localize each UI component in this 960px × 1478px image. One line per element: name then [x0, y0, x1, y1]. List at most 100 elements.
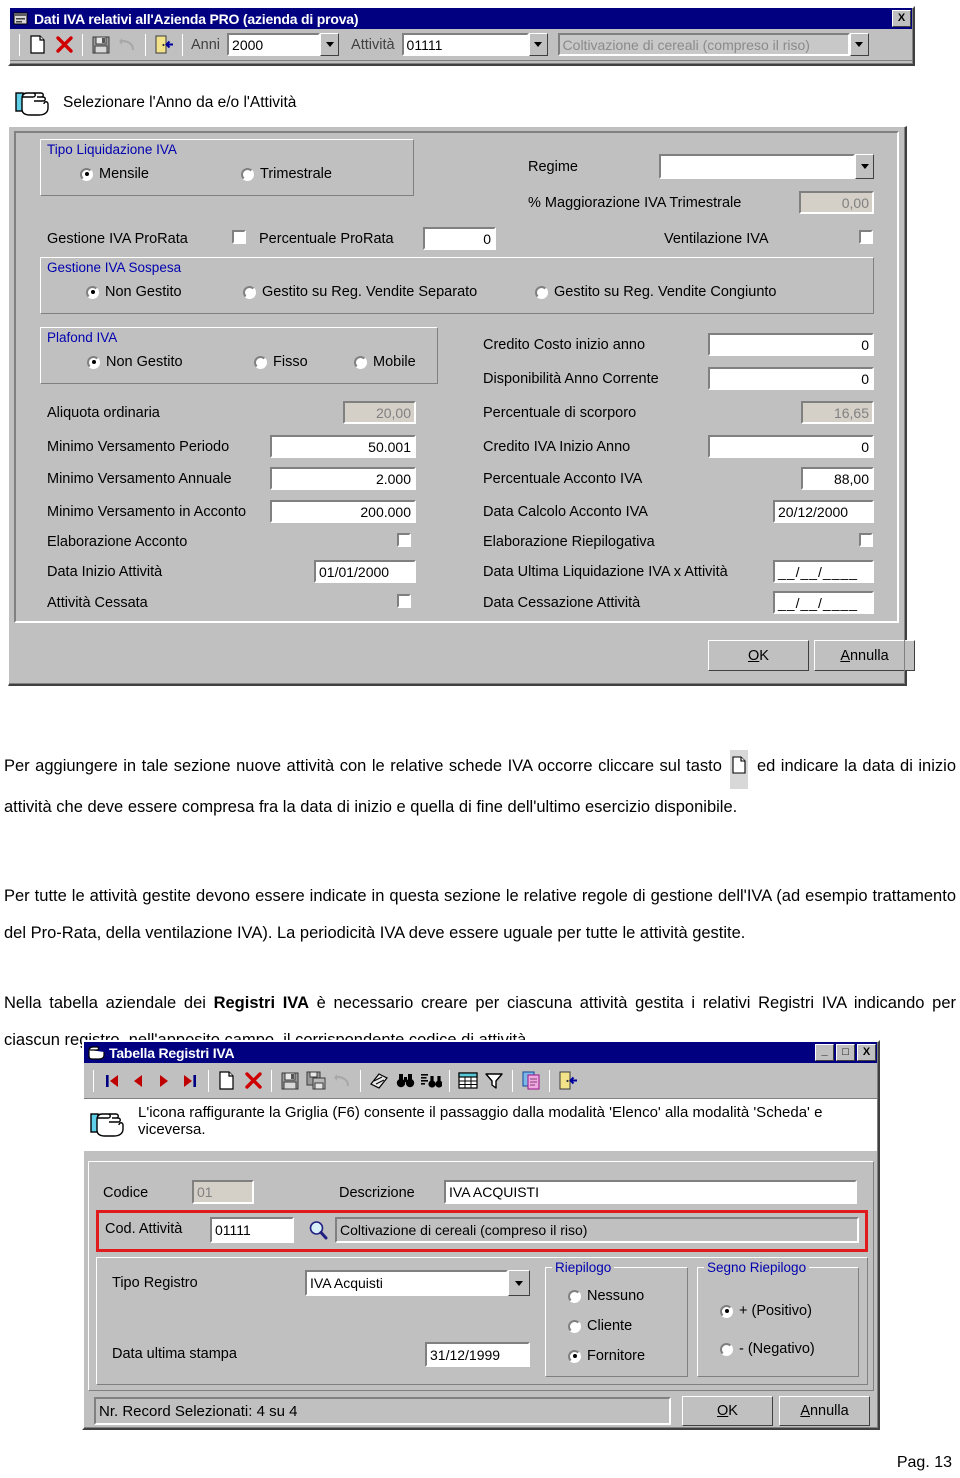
attivita-combo[interactable]: 01111 [401, 33, 548, 56]
toolbar-separator-1 [208, 1069, 209, 1092]
anni-combo[interactable]: 2000 [227, 33, 340, 56]
delete-red-x-icon[interactable] [51, 32, 77, 58]
sort-icon[interactable] [366, 1068, 392, 1094]
last-record-icon[interactable] [177, 1068, 203, 1094]
save-disk-icon[interactable] [277, 1068, 303, 1094]
save-all-disk-icon[interactable] [303, 1068, 329, 1094]
regime-combo[interactable] [659, 154, 874, 179]
radio-dot-icon[interactable] [354, 355, 367, 369]
chevron-down-icon[interactable] [849, 33, 869, 56]
radio-trimestrale[interactable]: Trimestrale [241, 166, 332, 182]
tipo-registro-combo[interactable]: IVA Acquisti [305, 1270, 530, 1296]
radio-negativo[interactable]: - (Negativo) [720, 1341, 815, 1357]
regime-value[interactable] [659, 154, 855, 179]
radio-reg-vendite-separato[interactable]: Gestito su Reg. Vendite Separato [243, 284, 477, 300]
radio-cliente[interactable]: Cliente [568, 1318, 632, 1334]
radio-dot-icon[interactable] [80, 167, 93, 181]
radio-non-gestito-sospesa[interactable]: Non Gestito [86, 284, 182, 300]
tipo-registro-value[interactable]: IVA Acquisti [305, 1270, 508, 1296]
previous-record-icon[interactable] [125, 1068, 151, 1094]
chevron-down-icon[interactable] [855, 154, 874, 179]
dati-iva-dialog: Dati IVA relativi all'Azienda PRO (azien… [8, 6, 915, 66]
radio-dot-icon[interactable] [568, 1319, 581, 1333]
new-document-icon[interactable] [25, 32, 51, 58]
radio-dot-icon[interactable] [568, 1349, 581, 1363]
radio-dot-icon[interactable] [720, 1304, 733, 1318]
filter-funnel-icon[interactable] [481, 1068, 507, 1094]
maggiorazione-label: % Maggiorazione IVA Trimestrale [528, 195, 742, 211]
delete-red-x-icon[interactable] [240, 1068, 266, 1094]
ventilazione-checkbox[interactable] [859, 230, 873, 244]
credito-costo-input[interactable]: 0 [708, 333, 874, 356]
minimo-versamento-periodo-input[interactable]: 50.001 [270, 435, 416, 458]
chevron-down-icon[interactable] [528, 33, 548, 56]
new-document-icon[interactable] [214, 1068, 240, 1094]
exit-door-icon[interactable] [555, 1068, 581, 1094]
attivita-value[interactable]: 01111 [401, 33, 529, 56]
cancel-button[interactable]: Annulla [779, 1396, 870, 1426]
attivita-descrizione-combo[interactable]: Coltivazione di cereali (compreso il ris… [557, 33, 869, 56]
radio-reg-vendite-separato-label: Gestito su Reg. Vendite Separato [262, 284, 478, 300]
dialog2-toolbar [84, 1063, 878, 1099]
disponibilita-input[interactable]: 0 [708, 367, 874, 390]
find-next-binoculars-icon[interactable] [418, 1068, 444, 1094]
anni-label: Anni [191, 36, 221, 53]
close-icon[interactable]: X [857, 1044, 876, 1061]
radio-mensile[interactable]: Mensile [80, 166, 149, 182]
pointing-hand-icon [15, 85, 55, 120]
data-ultima-stampa-input[interactable]: 31/12/1999 [425, 1342, 530, 1367]
close-icon[interactable]: X [892, 10, 911, 27]
radio-plafond-non-gestito[interactable]: Non Gestito [87, 354, 183, 370]
chevron-down-icon[interactable] [320, 33, 340, 56]
elaborazione-riepilogativa-checkbox[interactable] [859, 533, 873, 547]
grid-table-icon[interactable] [455, 1068, 481, 1094]
ok-button[interactable]: OK [682, 1396, 773, 1426]
radio-dot-icon[interactable] [254, 355, 267, 369]
data-ultima-liquidazione-input[interactable]: __/__/____ [773, 560, 874, 583]
chevron-down-icon[interactable] [508, 1270, 530, 1296]
radio-reg-vendite-congiunto[interactable]: Gestito su Reg. Vendite Congiunto [535, 284, 776, 300]
magnifier-icon[interactable] [305, 1217, 331, 1243]
minimo-versamento-annuale-input[interactable]: 2.000 [270, 467, 416, 490]
find-binoculars-icon[interactable] [392, 1068, 418, 1094]
minimize-icon[interactable]: _ [815, 1044, 834, 1061]
minimo-versamento-acconto-input[interactable]: 200.000 [270, 500, 416, 523]
radio-plafond-fisso[interactable]: Fisso [254, 354, 308, 370]
radio-positivo[interactable]: + (Positivo) [720, 1303, 812, 1319]
radio-dot-icon[interactable] [243, 285, 256, 299]
maximize-icon[interactable]: □ [836, 1044, 855, 1061]
radio-dot-icon[interactable] [535, 285, 548, 299]
radio-dot-icon[interactable] [87, 355, 100, 369]
percentuale-prorata-input[interactable]: 0 [423, 227, 496, 250]
cancel-mnemonic: A [840, 647, 850, 664]
percentuale-acconto-input[interactable]: 88,00 [801, 467, 874, 490]
anni-value[interactable]: 2000 [227, 33, 321, 56]
data-inizio-attivita-input[interactable]: 01/01/2000 [314, 560, 416, 583]
save-disk-icon[interactable] [88, 32, 114, 58]
radio-fornitore[interactable]: Fornitore [568, 1348, 645, 1364]
radio-dot-icon[interactable] [568, 1289, 581, 1303]
ok-button[interactable]: OK [708, 640, 809, 671]
next-record-icon[interactable] [151, 1068, 177, 1094]
data-cessazione-input[interactable]: __/__/____ [773, 591, 874, 614]
exit-door-icon[interactable] [151, 32, 177, 58]
descrizione-input[interactable]: IVA ACQUISTI [444, 1180, 857, 1204]
attivita-cessata-checkbox[interactable] [397, 594, 411, 608]
elaborazione-acconto-checkbox[interactable] [397, 533, 411, 547]
cancel-button[interactable]: Annulla [814, 640, 915, 671]
radio-plafond-mobile[interactable]: Mobile [354, 354, 416, 370]
undo-arrow-icon [329, 1068, 355, 1094]
credito-iva-inizio-input[interactable]: 0 [708, 435, 874, 458]
radio-nessuno[interactable]: Nessuno [568, 1288, 644, 1304]
percentuale-scorporo-input: 16,65 [801, 401, 874, 424]
radio-dot-icon[interactable] [241, 167, 254, 181]
cod-attivita-input[interactable]: 01111 [210, 1217, 294, 1243]
copy-pages-icon[interactable] [518, 1068, 544, 1094]
cancel-mnemonic: A [800, 1403, 810, 1419]
radio-dot-icon[interactable] [86, 285, 99, 299]
radio-dot-icon[interactable] [720, 1342, 733, 1356]
data-calcolo-acconto-input[interactable]: 20/12/2000 [773, 500, 874, 523]
prorata-checkbox[interactable] [232, 230, 246, 244]
first-record-icon[interactable] [99, 1068, 125, 1094]
cancel-button-rest: nnulla [809, 1403, 849, 1419]
